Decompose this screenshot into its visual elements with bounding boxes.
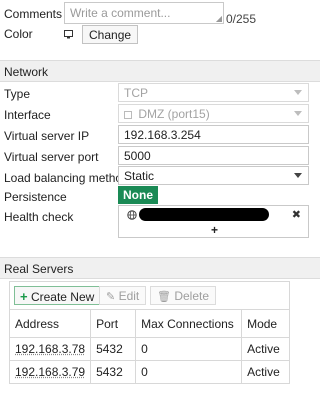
column-header-address[interactable]: Address	[8, 309, 92, 338]
comments-label: Comments	[4, 7, 63, 21]
max-connections-cell: 0	[135, 360, 243, 384]
column-header-mode[interactable]: Mode	[241, 309, 290, 338]
vip-value: 192.168.3.254	[124, 128, 201, 142]
lb-method-label: Load balancing method	[4, 171, 129, 185]
type-select: TCP	[118, 83, 309, 102]
address-cell: 192.168.3.79	[8, 360, 92, 384]
port-cell: 5432	[90, 337, 137, 361]
interface-label: Interface	[4, 108, 51, 122]
delete-label: Delete	[174, 289, 209, 303]
mode-cell: Active	[241, 360, 290, 384]
lb-method-value: Static	[124, 169, 155, 183]
interface-value: DMZ (port15)	[138, 107, 210, 121]
chevron-down-icon	[294, 173, 302, 178]
delete-button[interactable]: 🗑 Delete	[150, 286, 216, 305]
add-health-check-icon[interactable]: +	[211, 223, 218, 237]
edit-button[interactable]: ✎ Edit	[99, 286, 147, 305]
chevron-down-icon	[294, 90, 302, 95]
pencil-icon: ✎	[106, 291, 116, 303]
type-label: Type	[4, 87, 31, 101]
change-color-button[interactable]: Change	[82, 25, 139, 44]
trash-icon: 🗑	[157, 291, 171, 303]
globe-icon	[127, 209, 137, 223]
persistence-label: Persistence	[4, 190, 67, 204]
table-row[interactable]: 192.168.3.78 5432 0 Active	[8, 337, 290, 361]
lb-method-select[interactable]: Static	[118, 166, 309, 185]
edit-label: Edit	[118, 289, 140, 303]
chevron-down-icon	[294, 111, 302, 116]
interface-icon	[124, 111, 132, 119]
remove-health-check-icon[interactable]: ✖	[292, 208, 301, 221]
persistence-option-none[interactable]: None	[118, 186, 158, 204]
port-cell: 5432	[90, 360, 137, 384]
comments-placeholder: Write a comment...	[70, 6, 171, 20]
textarea-resize-icon: ◢	[215, 14, 222, 23]
comments-counter: 0/255	[226, 12, 257, 26]
mode-cell: Active	[241, 337, 290, 361]
interface-select: DMZ (port15)	[118, 104, 309, 123]
address-cell: 192.168.3.78	[8, 337, 92, 361]
table-row[interactable]: 192.168.3.79 5432 0 Active	[8, 360, 290, 384]
vport-label: Virtual server port	[4, 150, 99, 164]
real-servers-table: Address Port Max Connections Mode 192.16…	[8, 309, 290, 384]
vport-value: 5000	[124, 149, 151, 163]
table-header-row: Address Port Max Connections Mode	[8, 309, 290, 338]
vip-label: Virtual server IP	[4, 129, 90, 143]
create-new-label: Create New	[30, 290, 95, 304]
vip-input[interactable]: 192.168.3.254	[118, 125, 309, 144]
column-header-port[interactable]: Port	[90, 309, 137, 338]
real-servers-section-header: Real Servers	[0, 257, 320, 279]
vport-input[interactable]: 5000	[118, 146, 309, 165]
color-label: Color	[4, 27, 33, 41]
network-section-header: Network	[0, 60, 320, 82]
real-servers-section-title: Real Servers	[4, 262, 74, 276]
monitor-icon	[64, 28, 73, 39]
health-check-name-redacted	[139, 208, 269, 221]
plus-icon: +	[20, 289, 28, 304]
health-check-label: Health check	[4, 210, 74, 224]
comments-textarea[interactable]: Write a comment... ◢	[64, 2, 224, 24]
max-connections-cell: 0	[135, 337, 243, 361]
create-new-button[interactable]: + Create New	[14, 286, 101, 305]
type-value: TCP	[124, 86, 148, 100]
network-section-title: Network	[4, 65, 49, 79]
health-check-list[interactable]: ✖ +	[118, 205, 309, 238]
column-header-max-connections[interactable]: Max Connections	[135, 309, 243, 338]
